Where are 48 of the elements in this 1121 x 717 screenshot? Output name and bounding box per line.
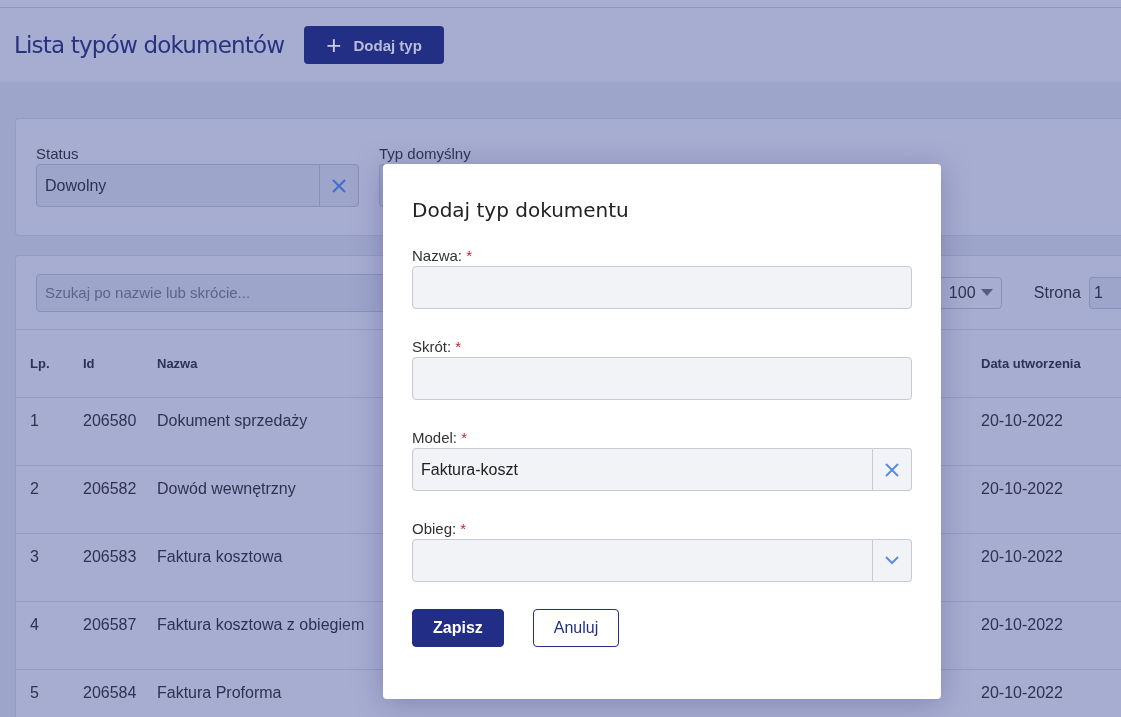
table-cell: 206584 xyxy=(83,684,137,702)
table-cell: 4 xyxy=(30,616,39,634)
page-field[interactable]: 1 xyxy=(1089,276,1121,309)
table-cell: Faktura kosztowa z obiegiem xyxy=(157,616,365,634)
input-field[interactable] xyxy=(412,266,912,309)
table-cell: 206582 xyxy=(83,480,137,498)
close-icon xyxy=(332,178,346,193)
table-cell: 3 xyxy=(30,548,39,566)
table-cell-text: 20-10-2022 xyxy=(980,548,1063,566)
field-label: Nazwa: * xyxy=(412,247,474,264)
cancel-button[interactable]: Anuluj xyxy=(532,609,620,647)
page-label: Strona xyxy=(1033,283,1081,302)
input-field[interactable] xyxy=(412,539,873,582)
field-label: Obieg: * xyxy=(412,520,468,537)
filter-label: Typ domyślny xyxy=(379,145,472,162)
caret-icon xyxy=(980,288,993,297)
table-cell: Dokument sprzedaży xyxy=(157,412,308,430)
chevron-down-icon xyxy=(885,556,899,565)
input-field[interactable] xyxy=(412,357,912,400)
table-cell: 206580 xyxy=(83,412,137,430)
table-cell: 206587 xyxy=(83,616,137,634)
table-cell: 5 xyxy=(30,684,39,702)
save-button[interactable]: Zapisz xyxy=(412,609,504,647)
table-cell-text: 20-10-2022 xyxy=(980,684,1063,702)
filter-select[interactable]: Dowolny xyxy=(36,164,359,207)
column-header: Nazwa xyxy=(157,356,199,371)
add-type-button[interactable]: + Dodaj typ xyxy=(304,26,444,64)
field-label: Skrót: * xyxy=(412,338,463,355)
field-label: Model: * xyxy=(412,429,469,446)
table-cell: 206583 xyxy=(83,548,137,566)
table-cell-text: 20-10-2022 xyxy=(980,412,1063,430)
column-header: Data utworzenia xyxy=(980,356,1081,371)
table-cell: Faktura kosztowa xyxy=(157,548,283,566)
column-header: Id xyxy=(83,356,96,371)
table-cell-text: 20-10-2022 xyxy=(980,480,1063,498)
filter-label: Status xyxy=(36,145,80,162)
table-cell: 1 xyxy=(30,412,39,430)
dropdown-button[interactable] xyxy=(873,539,912,582)
table-cell: Dowód wewnętrzny xyxy=(157,480,296,498)
clear-button[interactable] xyxy=(873,448,912,491)
table-cell: Faktura Proforma xyxy=(157,684,282,702)
table-cell: 2 xyxy=(30,480,39,498)
dialog-title: Dodaj typ dokumentu xyxy=(412,198,630,222)
column-header: Lp. xyxy=(30,356,51,371)
table-cell-text: 20-10-2022 xyxy=(980,616,1063,634)
page-title: Lista typów dokumentów xyxy=(14,32,285,58)
input-field[interactable]: Faktura-koszt xyxy=(412,448,873,491)
close-icon xyxy=(885,462,899,477)
